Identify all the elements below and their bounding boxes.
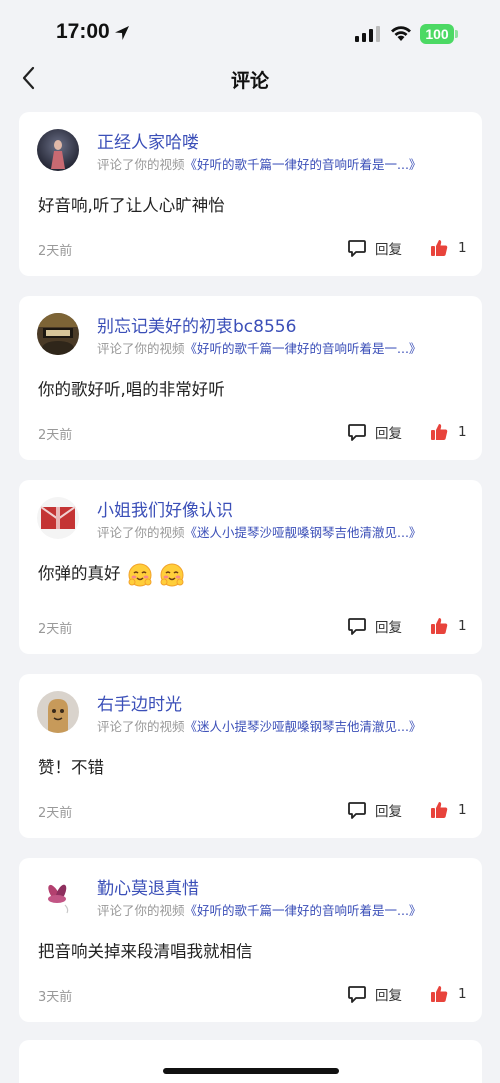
- video-link[interactable]: 《好听的歌千篇一律好的音响听着是一...》: [185, 341, 422, 356]
- username[interactable]: 勤心莫退真惜: [97, 874, 199, 899]
- speech-bubble-icon: [348, 802, 366, 819]
- comment-list: 正经人家哈喽 评论了你的视频《好听的歌千篇一律好的音响听着是一...》 好音响,…: [19, 112, 482, 1042]
- navigation-bar: 评论: [0, 58, 500, 98]
- reply-label: 回复: [375, 804, 402, 820]
- comment-text-row: 你弹的真好: [38, 560, 185, 588]
- avatar[interactable]: [37, 875, 79, 917]
- video-link[interactable]: 《迷人小提琴沙哑靓嗓钢琴吉他清澈见...》: [185, 525, 422, 540]
- like-button[interactable]: 1: [430, 422, 467, 442]
- reply-label: 回复: [375, 620, 402, 636]
- comment-text: 好音响,听了让人心旷神怡: [38, 196, 225, 215]
- comment-time: 2天前: [38, 806, 73, 821]
- comment-card: 正经人家哈喽 评论了你的视频《好听的歌千篇一律好的音响听着是一...》 好音响,…: [19, 112, 482, 276]
- thumbs-up-icon: [431, 240, 448, 256]
- reply-label: 回复: [375, 988, 402, 1004]
- video-link[interactable]: 《迷人小提琴沙哑靓嗓钢琴吉他清澈见...》: [185, 719, 422, 734]
- comment-time: 2天前: [38, 244, 73, 259]
- like-count: 1: [458, 424, 467, 440]
- username[interactable]: 别忘记美好的初衷bc8556: [97, 312, 296, 337]
- like-button[interactable]: 1: [430, 616, 467, 636]
- context-prefix: 评论了你的视频: [97, 525, 185, 540]
- video-link[interactable]: 《好听的歌千篇一律好的音响听着是一...》: [185, 903, 422, 918]
- thumbs-up-icon: [431, 424, 448, 440]
- reply-button[interactable]: 回复: [347, 422, 402, 442]
- username[interactable]: 小姐我们好像认识: [97, 496, 233, 521]
- battery-tip: [455, 30, 458, 38]
- reply-label: 回复: [375, 242, 402, 258]
- comment-text: 你弹的真好: [38, 564, 121, 583]
- reply-button[interactable]: 回复: [347, 800, 402, 820]
- speech-bubble-icon: [348, 986, 366, 1003]
- context-prefix: 评论了你的视频: [97, 157, 185, 172]
- speech-bubble-icon: [348, 618, 366, 635]
- comment-context: 评论了你的视频《好听的歌千篇一律好的音响听着是一...》: [97, 154, 469, 173]
- like-button[interactable]: 1: [430, 800, 467, 820]
- avatar[interactable]: [37, 497, 79, 539]
- comment-context: 评论了你的视频《迷人小提琴沙哑靓嗓钢琴吉他清澈见...》: [97, 716, 469, 735]
- reply-button[interactable]: 回复: [347, 238, 402, 258]
- reply-label: 回复: [375, 426, 402, 442]
- like-count: 1: [458, 618, 467, 634]
- comment-time: 3天前: [38, 990, 73, 1005]
- like-button[interactable]: 1: [430, 984, 467, 1004]
- comment-card: 小姐我们好像认识 评论了你的视频《迷人小提琴沙哑靓嗓钢琴吉他清澈见...》 你弹…: [19, 480, 482, 654]
- thumbs-up-icon: [431, 802, 448, 818]
- avatar[interactable]: [37, 313, 79, 355]
- avatar[interactable]: [37, 129, 79, 171]
- like-button[interactable]: 1: [430, 238, 467, 258]
- context-prefix: 评论了你的视频: [97, 903, 185, 918]
- thumbs-up-icon: [431, 618, 448, 634]
- comment-text: 赞！不错: [38, 758, 104, 777]
- wifi-icon: [391, 26, 411, 41]
- like-count: 1: [458, 802, 467, 818]
- avatar[interactable]: [37, 691, 79, 733]
- status-bar: 17:00 100: [0, 0, 500, 60]
- comment-context: 评论了你的视频《迷人小提琴沙哑靓嗓钢琴吉他清澈见...》: [97, 522, 469, 541]
- context-prefix: 评论了你的视频: [97, 719, 185, 734]
- page-title: 评论: [230, 70, 269, 92]
- blush-emoji-icon: [160, 563, 184, 586]
- comment-text: 你的歌好听,唱的非常好听: [38, 380, 225, 399]
- video-link[interactable]: 《好听的歌千篇一律好的音响听着是一...》: [185, 157, 422, 172]
- comment-context: 评论了你的视频《好听的歌千篇一律好的音响听着是一...》: [97, 338, 469, 357]
- speech-bubble-icon: [348, 240, 366, 257]
- home-indicator[interactable]: [163, 1068, 339, 1074]
- like-count: 1: [458, 986, 467, 1002]
- username[interactable]: 正经人家哈喽: [97, 128, 199, 153]
- comment-time: 2天前: [38, 428, 73, 443]
- comment-time: 2天前: [38, 622, 73, 637]
- username[interactable]: 右手边时光: [97, 690, 182, 715]
- comment-text: 把音响关掉来段清唱我就相信: [38, 942, 253, 961]
- comment-card: 右手边时光 评论了你的视频《迷人小提琴沙哑靓嗓钢琴吉他清澈见...》 赞！不错 …: [19, 674, 482, 838]
- comment-card: 勤心莫退真惜 评论了你的视频《好听的歌千篇一律好的音响听着是一...》 把音响关…: [19, 858, 482, 1022]
- cellular-signal-icon: [355, 26, 380, 42]
- comment-card: 别忘记美好的初衷bc8556 评论了你的视频《好听的歌千篇一律好的音响听着是一.…: [19, 296, 482, 460]
- context-prefix: 评论了你的视频: [97, 341, 185, 356]
- reply-button[interactable]: 回复: [347, 984, 402, 1004]
- status-time: 17:00: [56, 20, 110, 43]
- battery-indicator: 100: [420, 24, 454, 44]
- thumbs-up-icon: [431, 986, 448, 1002]
- like-count: 1: [458, 240, 467, 256]
- speech-bubble-icon: [348, 424, 366, 441]
- comment-context: 评论了你的视频《好听的歌千篇一律好的音响听着是一...》: [97, 900, 469, 919]
- blush-emoji-icon: [128, 563, 152, 586]
- next-comment-card-peek: [19, 1040, 482, 1083]
- location-arrow-icon: [115, 26, 129, 40]
- reply-button[interactable]: 回复: [347, 616, 402, 636]
